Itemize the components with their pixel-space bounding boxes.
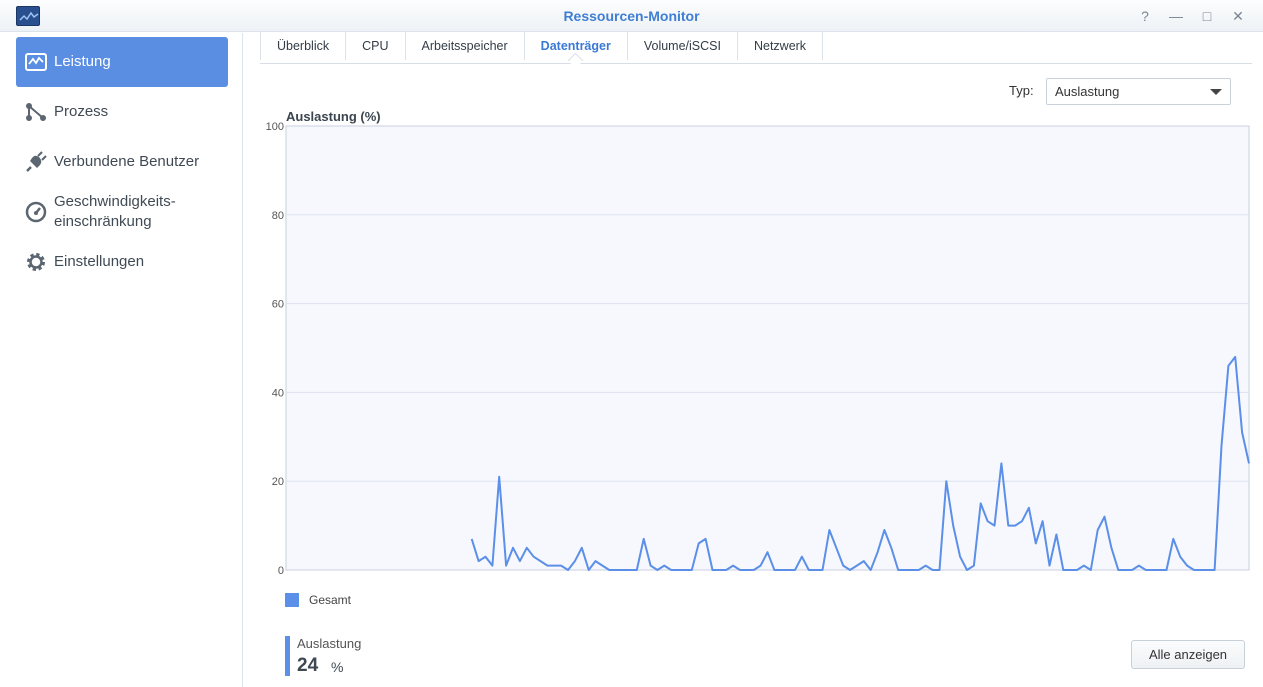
tab-cpu[interactable]: CPU bbox=[346, 32, 406, 60]
sidebar-item-label-line2: einschränkung bbox=[54, 213, 152, 230]
type-select[interactable]: Auslastung bbox=[1046, 78, 1231, 105]
value-indicator-bar bbox=[285, 636, 290, 676]
tab-netzwerk[interactable]: Netzwerk bbox=[738, 32, 824, 60]
close-icon[interactable]: ✕ bbox=[1228, 6, 1248, 26]
sidebar-item-label: Leistung bbox=[54, 53, 111, 70]
legend-swatch bbox=[285, 593, 299, 607]
window-title: Ressourcen-Monitor bbox=[563, 8, 700, 24]
tab-ueberblick[interactable]: Überblick bbox=[260, 32, 347, 60]
sidebar-item-geschwindigkeitseinschraenkung[interactable]: Geschwindigkeits- einschränkung bbox=[16, 187, 228, 237]
speedometer-icon bbox=[16, 201, 54, 223]
y-tick-label: 80 bbox=[272, 210, 284, 222]
plug-icon bbox=[16, 151, 54, 173]
show-all-button[interactable]: Alle anzeigen bbox=[1131, 640, 1245, 669]
current-value-label: Auslastung bbox=[297, 636, 362, 651]
y-tick-label: 60 bbox=[272, 299, 284, 311]
title-bar: Ressourcen-Monitor ? — □ ✕ bbox=[0, 0, 1263, 32]
chevron-down-icon bbox=[1210, 89, 1222, 95]
y-tick-label: 0 bbox=[278, 565, 284, 577]
sidebar-item-prozess[interactable]: Prozess bbox=[16, 87, 228, 137]
current-value: 24 bbox=[297, 655, 319, 676]
gear-icon bbox=[16, 251, 54, 273]
utilization-chart: 0 20 40 60 80 100 bbox=[266, 121, 1250, 577]
maximize-icon[interactable]: □ bbox=[1197, 6, 1217, 26]
y-tick-label: 40 bbox=[272, 387, 284, 399]
minimize-icon[interactable]: — bbox=[1166, 6, 1186, 26]
performance-icon bbox=[16, 53, 54, 71]
sidebar-item-label: Prozess bbox=[54, 103, 109, 120]
tab-datentraeger[interactable]: Datenträger bbox=[525, 32, 628, 60]
sidebar-item-verbundene-benutzer[interactable]: Verbundene Benutzer bbox=[16, 137, 228, 187]
sidebar-item-leistung[interactable]: Leistung bbox=[16, 37, 228, 87]
help-icon[interactable]: ? bbox=[1135, 6, 1155, 26]
sidebar: Leistung Prozess Verbundene Benutzer Ges… bbox=[0, 33, 243, 687]
type-select-value: Auslastung bbox=[1055, 84, 1120, 99]
current-value-unit: % bbox=[331, 659, 344, 675]
type-label: Typ: bbox=[1009, 83, 1034, 98]
plot-area bbox=[285, 125, 1250, 571]
legend-label: Gesamt bbox=[309, 593, 352, 607]
tab-arbeitsspeicher[interactable]: Arbeitsspeicher bbox=[406, 32, 525, 60]
tab-bar: Überblick CPU Arbeitsspeicher Datenträge… bbox=[260, 32, 1252, 64]
y-tick-label: 20 bbox=[272, 476, 284, 488]
y-tick-label: 100 bbox=[266, 121, 284, 133]
sidebar-item-label: Einstellungen bbox=[54, 253, 145, 270]
tab-volume-iscsi[interactable]: Volume/iSCSI bbox=[628, 32, 738, 60]
sidebar-item-einstellungen[interactable]: Einstellungen bbox=[16, 237, 228, 287]
sidebar-item-label-line1: Geschwindigkeits- bbox=[54, 193, 176, 210]
sidebar-item-label: Verbundene Benutzer bbox=[54, 153, 200, 170]
process-icon bbox=[16, 102, 54, 122]
